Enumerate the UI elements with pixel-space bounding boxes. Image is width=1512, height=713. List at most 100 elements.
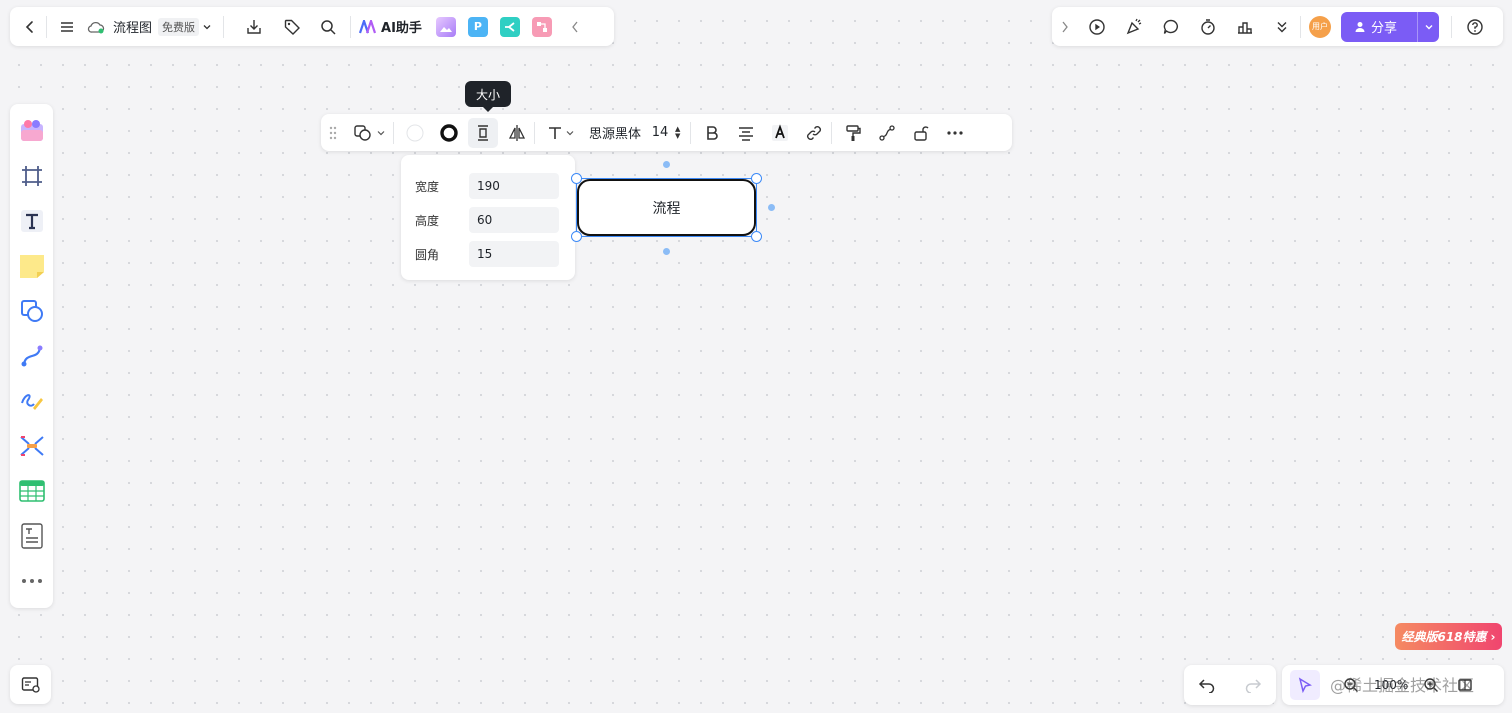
divider	[831, 121, 833, 144]
undo-icon[interactable]	[1198, 677, 1216, 693]
height-input[interactable]: 60	[469, 207, 559, 233]
zoom-in-icon[interactable]	[1416, 670, 1446, 700]
resize-handle-bottom-left[interactable]	[571, 231, 582, 242]
image-app-icon[interactable]	[435, 16, 456, 37]
back-icon[interactable]	[14, 11, 46, 43]
connection-point-top[interactable]	[663, 161, 670, 168]
vote-podium-icon[interactable]	[1226, 11, 1263, 43]
comment-icon[interactable]	[1152, 11, 1189, 43]
share-button[interactable]: 分享	[1341, 11, 1439, 42]
avatar[interactable]: 用户	[1309, 15, 1331, 38]
radius-row: 圆角 15	[415, 237, 561, 271]
shape-text[interactable]: 流程	[653, 198, 681, 218]
help-icon[interactable]	[1456, 11, 1493, 43]
frame-icon[interactable]	[14, 153, 50, 198]
table-tool-icon[interactable]	[14, 468, 50, 513]
ai-assistant-button[interactable]: AI助手	[359, 17, 422, 36]
view-bar: 100%	[1282, 665, 1504, 705]
resize-handle-top-right[interactable]	[751, 173, 762, 184]
pen-tool-icon[interactable]	[14, 378, 50, 423]
plan-badge[interactable]: 免费版	[158, 17, 200, 36]
present-play-icon[interactable]	[1078, 11, 1115, 43]
ai-assistant-label: AI助手	[381, 21, 422, 36]
shape-tool-icon[interactable]	[14, 288, 50, 333]
divider	[690, 121, 692, 144]
process-shape[interactable]: 流程	[577, 179, 756, 236]
timer-icon[interactable]	[1189, 11, 1226, 43]
undo-redo-bar	[1184, 665, 1276, 705]
divider	[534, 121, 535, 144]
format-toolbar: 思源黑体 14 ▲ ▼	[321, 114, 1012, 151]
text-tool-icon[interactable]	[14, 198, 50, 243]
collapse-left-icon[interactable]	[562, 21, 588, 33]
share-dropdown-icon[interactable]	[1417, 11, 1439, 42]
zoom-out-icon[interactable]	[1336, 670, 1366, 700]
more-tools-icon[interactable]	[14, 558, 50, 603]
search-icon[interactable]	[312, 11, 344, 43]
connection-point-bottom[interactable]	[663, 248, 670, 255]
redo-icon[interactable]	[1244, 677, 1262, 693]
border-color-button[interactable]	[434, 118, 464, 148]
document-tool-icon[interactable]	[14, 513, 50, 558]
ai-logo-icon	[359, 19, 377, 34]
drag-handle-icon[interactable]	[325, 126, 341, 140]
flip-button[interactable]	[502, 118, 532, 148]
divider	[393, 121, 394, 144]
mindmap-app-icon[interactable]	[499, 16, 520, 37]
flow-app-icon[interactable]	[531, 16, 552, 37]
sticky-note-icon[interactable]	[14, 243, 50, 288]
resize-handle-top-left[interactable]	[571, 173, 582, 184]
minimap-button[interactable]	[10, 665, 51, 704]
radius-input[interactable]: 15	[469, 241, 559, 267]
more-icon[interactable]	[940, 118, 970, 148]
cloud-saved-icon	[83, 20, 109, 34]
map-icon	[21, 676, 41, 694]
chevron-down-icon[interactable]	[199, 22, 215, 32]
select-cursor-icon[interactable]	[1290, 670, 1320, 700]
text-style-button[interactable]	[541, 118, 581, 148]
zoom-level[interactable]: 100%	[1374, 678, 1408, 692]
size-popover: 宽度 190 高度 60 圆角 15	[401, 155, 575, 280]
doc-title[interactable]: 流程图	[113, 17, 152, 36]
size-button[interactable]	[468, 117, 498, 148]
download-icon[interactable]	[238, 11, 270, 43]
width-row: 宽度 190	[415, 169, 561, 203]
mindmap-tool-icon[interactable]	[14, 423, 50, 468]
template-icon[interactable]	[14, 108, 50, 153]
bold-button[interactable]	[697, 118, 727, 148]
user-add-icon	[1355, 21, 1367, 33]
connector-style-button[interactable]	[872, 118, 902, 148]
divider	[350, 15, 352, 38]
fit-screen-icon[interactable]	[1450, 670, 1480, 700]
divider	[223, 15, 225, 38]
tooltip: 大小	[465, 81, 511, 112]
font-size-input[interactable]: 14	[651, 125, 669, 140]
more-down-icon[interactable]	[1263, 11, 1300, 43]
align-center-button[interactable]	[731, 118, 761, 148]
link-button[interactable]	[799, 118, 829, 148]
resize-handle-bottom-right[interactable]	[751, 231, 762, 242]
tag-icon[interactable]	[276, 11, 308, 43]
width-input[interactable]: 190	[469, 173, 559, 199]
height-label: 高度	[415, 213, 440, 228]
celebrate-icon[interactable]	[1115, 11, 1152, 43]
fill-color-button[interactable]	[400, 118, 430, 148]
text-color-button[interactable]	[765, 118, 795, 148]
shape-type-button[interactable]	[349, 118, 391, 148]
expand-right-icon[interactable]	[1052, 21, 1078, 33]
font-size-stepper[interactable]: ▲ ▼	[675, 125, 680, 140]
divider	[1300, 15, 1301, 38]
menu-icon[interactable]	[51, 11, 83, 43]
p-app-icon[interactable]: P	[467, 16, 488, 37]
connection-point-right[interactable]	[768, 204, 775, 211]
promo-banner[interactable]: 经典版618特惠 ›	[1395, 623, 1502, 650]
height-row: 高度 60	[415, 203, 561, 237]
step-down-icon[interactable]: ▼	[675, 132, 680, 140]
format-painter-button[interactable]	[838, 118, 868, 148]
connector-icon[interactable]	[14, 333, 50, 378]
divider	[46, 15, 47, 38]
radius-label: 圆角	[415, 247, 440, 262]
font-family-select[interactable]: 思源黑体	[589, 123, 641, 142]
promo-text: 经典版618特惠	[1401, 630, 1487, 644]
lock-button[interactable]	[906, 118, 936, 148]
